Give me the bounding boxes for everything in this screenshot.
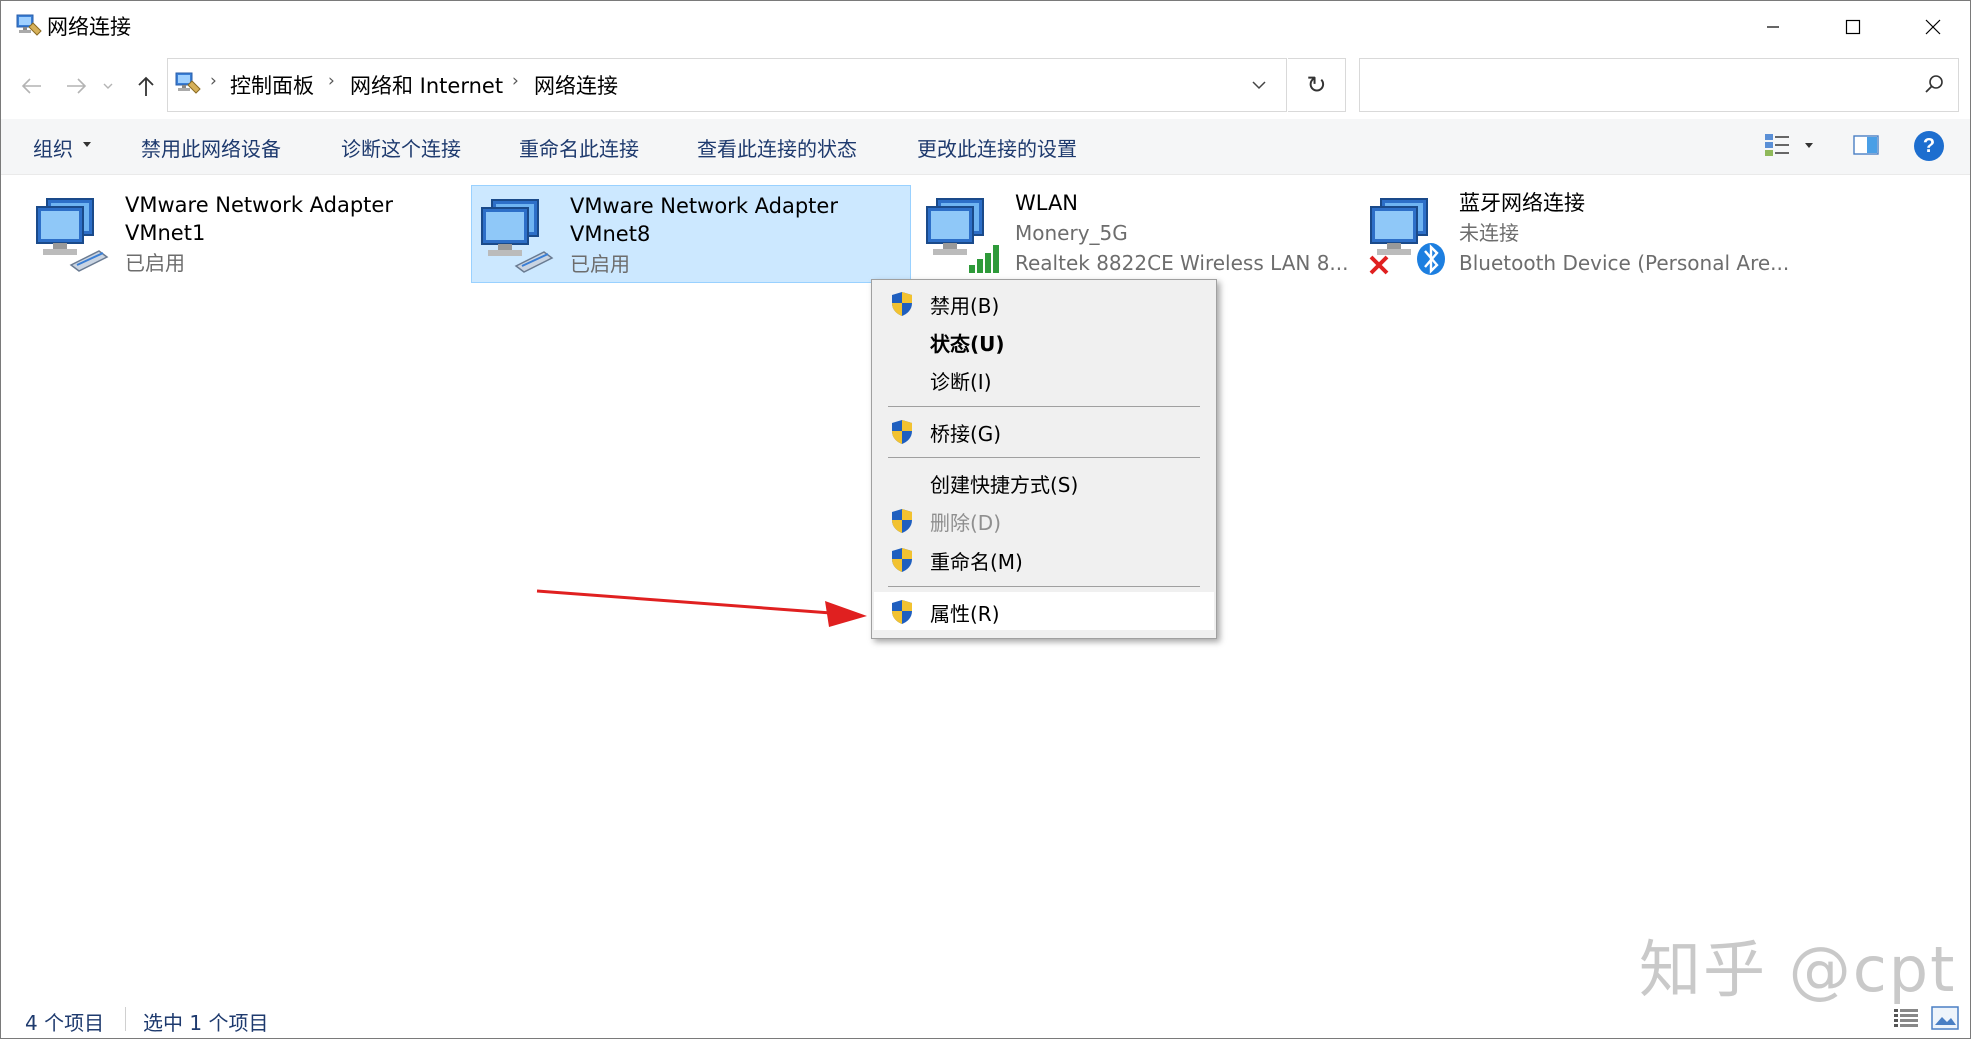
breadcrumb-network-internet[interactable]: 网络和 Internet <box>350 70 503 100</box>
adapter-name: 蓝牙网络连接 <box>1459 191 1585 215</box>
menu-separator <box>888 457 1200 458</box>
minimize-button[interactable] <box>1733 1 1813 53</box>
maximize-icon <box>1845 19 1861 35</box>
annotation-arrow-icon <box>536 589 867 627</box>
menu-item-properties[interactable]: 属性(R) <box>874 592 1214 630</box>
breadcrumb-separator: › <box>328 71 335 91</box>
item-count: 4 个项目 <box>25 1011 105 1035</box>
adapter-network-name: Monery_5G <box>1015 221 1128 245</box>
adapter-vmnet8[interactable]: VMware Network Adapter VMnet8 已启用 <box>471 185 911 283</box>
uac-shield-icon <box>892 292 912 316</box>
address-bar[interactable]: › 控制面板 › 网络和 Internet › 网络连接 <box>167 58 1287 112</box>
adapter-status: 已启用 <box>570 252 630 276</box>
change-settings-command[interactable]: 更改此连接的设置 <box>917 133 1077 162</box>
window-title: 网络连接 <box>47 15 131 39</box>
minimize-icon <box>1767 26 1779 28</box>
up-arrow-icon <box>138 76 154 96</box>
adapter-name: WLAN <box>1015 191 1079 215</box>
chevron-down-icon <box>83 142 91 147</box>
chevron-down-icon <box>1252 80 1266 89</box>
diagnose-connection-command[interactable]: 诊断这个连接 <box>341 133 461 162</box>
view-status-command[interactable]: 查看此连接的状态 <box>697 133 857 162</box>
breadcrumb-separator: › <box>512 71 519 91</box>
menu-item-status[interactable]: 状态(U) <box>874 322 1214 360</box>
status-bar: 4 个项目 选中 1 个项目 <box>1 999 1970 1039</box>
search-input[interactable] <box>1359 58 1959 112</box>
organize-menu[interactable]: 组织 <box>33 133 73 162</box>
menu-separator <box>888 586 1200 587</box>
adapter-name-line2: VMnet1 <box>125 221 206 245</box>
close-icon <box>1925 19 1941 35</box>
forward-arrow-icon <box>67 78 87 94</box>
network-adapter-icon <box>481 199 554 273</box>
network-connections-icon <box>16 14 42 36</box>
back-button[interactable] <box>17 71 47 101</box>
uac-shield-icon <box>892 548 912 572</box>
recent-locations-button[interactable] <box>99 71 117 101</box>
help-icon[interactable]: ? <box>1914 131 1944 161</box>
maximize-button[interactable] <box>1813 1 1893 53</box>
adapter-bluetooth[interactable]: 蓝牙网络连接 未连接 Bluetooth Device (Personal Ar… <box>1361 185 1801 283</box>
command-bar: 组织 禁用此网络设备 诊断这个连接 重命名此连接 查看此连接的状态 更改此连接的… <box>1 119 1970 175</box>
explorer-window: 网络连接 › 控制面板 › 网络和 Internet › 网络连接 ↻ 组织 禁… <box>0 0 1971 1039</box>
breadcrumb-control-panel[interactable]: 控制面板 <box>230 70 314 100</box>
breadcrumb-network-connections[interactable]: 网络连接 <box>534 70 618 100</box>
menu-item-label: 属性(R) <box>930 602 1000 626</box>
adapter-name: VMware Network Adapter <box>125 193 393 217</box>
uac-shield-icon <box>892 600 912 624</box>
selection-count: 选中 1 个项目 <box>143 1011 269 1035</box>
menu-item-label: 重命名(M) <box>930 550 1023 574</box>
adapter-device: Bluetooth Device (Personal Are... <box>1459 251 1790 275</box>
adapter-vmnet1[interactable]: VMware Network Adapter VMnet1 已启用 <box>27 185 447 283</box>
adapter-device: Realtek 8822CE Wireless LAN 8... <box>1015 251 1349 275</box>
menu-item-bridge[interactable]: 桥接(G) <box>874 412 1214 450</box>
refresh-button[interactable]: ↻ <box>1288 58 1346 112</box>
refresh-icon: ↻ <box>1306 71 1327 99</box>
chevron-down-icon <box>103 83 113 89</box>
adapter-wlan[interactable]: WLAN Monery_5G Realtek 8822CE Wireless L… <box>917 185 1357 283</box>
uac-shield-icon <box>892 509 912 533</box>
rename-connection-command[interactable]: 重命名此连接 <box>519 133 639 162</box>
menu-item-delete[interactable]: 删除(D) <box>874 501 1214 539</box>
network-adapter-icon <box>36 198 109 272</box>
uac-shield-icon <box>892 420 912 444</box>
adapter-status: 已启用 <box>125 251 185 275</box>
menu-item-label: 删除(D) <box>930 511 1002 535</box>
menu-item-disable[interactable]: 禁用(B) <box>874 284 1214 322</box>
control-panel-icon <box>175 72 201 94</box>
details-view-icon[interactable] <box>1893 1007 1919 1029</box>
wifi-adapter-icon <box>926 198 999 273</box>
adapter-name-line2: VMnet8 <box>570 222 651 246</box>
change-view-icon[interactable] <box>1763 131 1793 159</box>
close-button[interactable] <box>1893 1 1971 53</box>
title-bar: 网络连接 <box>1 1 1970 53</box>
disable-device-command[interactable]: 禁用此网络设备 <box>141 133 281 162</box>
view-options-dropdown-icon[interactable] <box>1805 143 1813 149</box>
back-arrow-icon <box>21 78 41 94</box>
menu-item-label: 禁用(B) <box>930 294 1000 318</box>
menu-item-create-shortcut[interactable]: 创建快捷方式(S) <box>874 463 1214 501</box>
menu-item-label: 状态(U) <box>930 332 1005 356</box>
breadcrumb-separator: › <box>210 71 217 91</box>
address-dropdown-button[interactable] <box>1231 58 1287 112</box>
forward-button[interactable] <box>61 71 91 101</box>
adapter-connection-status: 未连接 <box>1459 221 1519 245</box>
large-icons-view-icon[interactable] <box>1931 1005 1959 1031</box>
menu-item-label: 诊断(I) <box>930 370 992 394</box>
preview-pane-icon[interactable] <box>1853 133 1879 157</box>
search-icon <box>1925 75 1943 93</box>
menu-separator <box>888 406 1200 407</box>
menu-item-diagnose[interactable]: 诊断(I) <box>874 360 1214 398</box>
menu-item-rename[interactable]: 重命名(M) <box>874 540 1214 578</box>
menu-item-label: 桥接(G) <box>930 422 1002 446</box>
menu-item-label: 创建快捷方式(S) <box>930 473 1079 497</box>
adapter-name: VMware Network Adapter <box>570 194 838 218</box>
watermark: 知乎 @cpt <box>1639 933 1957 1006</box>
context-menu: 禁用(B) 状态(U) 诊断(I) 桥接(G) 创建快捷方式(S) 删除(D) … <box>871 279 1217 639</box>
up-button[interactable] <box>131 71 161 101</box>
bluetooth-adapter-icon <box>1369 198 1445 275</box>
status-divider <box>125 1007 126 1031</box>
